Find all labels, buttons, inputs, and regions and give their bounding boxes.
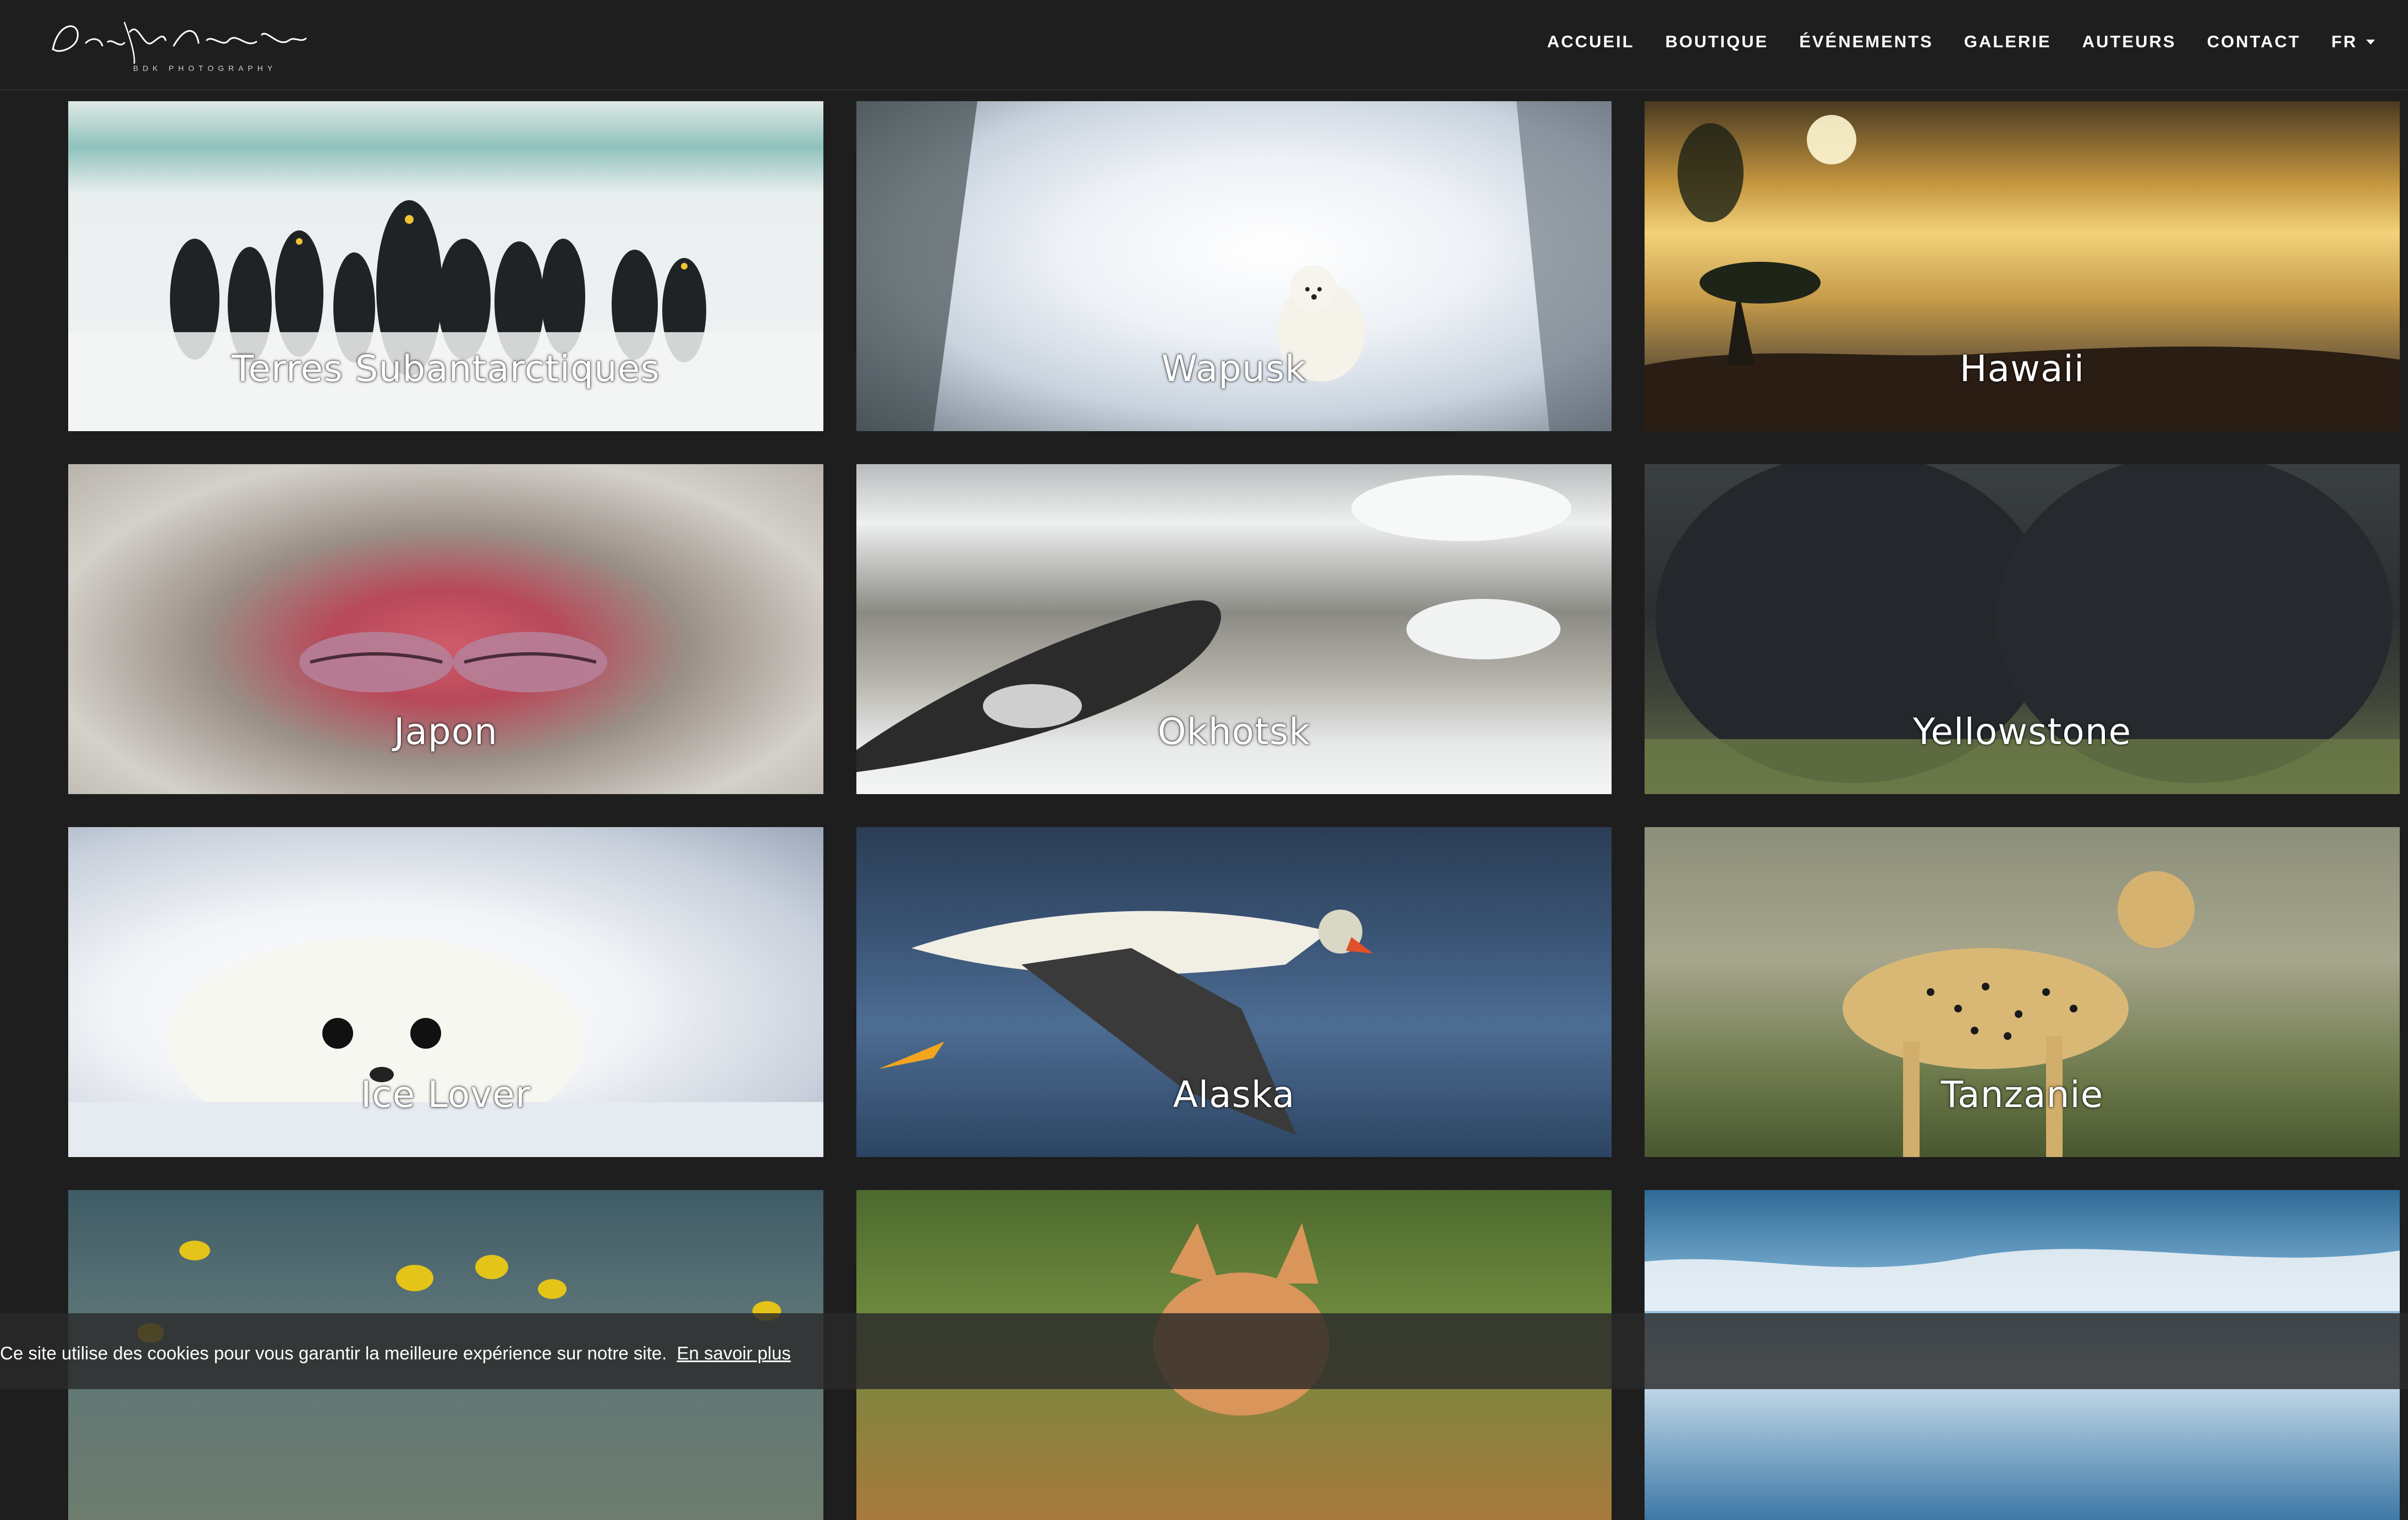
cookie-banner: Ce site utilise des cookies pour vous ga… (0, 1313, 2408, 1389)
cookie-message: Ce site utilise des cookies pour vous ga… (0, 1343, 791, 1364)
gallery-tile-yellowstone[interactable]: Yellowstone (1645, 464, 2400, 794)
logo-subtitle: BDK PHOTOGRAPHY (133, 64, 277, 73)
gallery-tile-japon[interactable]: Japon (68, 464, 823, 794)
tile-label: Alaska (1173, 1073, 1295, 1116)
site-logo[interactable]: BDK PHOTOGRAPHY (47, 15, 311, 73)
cookie-text: Ce site utilise des cookies pour vous ga… (0, 1343, 667, 1363)
nav-galerie[interactable]: GALERIE (1964, 32, 2052, 52)
gallery-tile-wapusk[interactable]: Wapusk (856, 101, 1612, 431)
logo-signature-icon (52, 21, 307, 64)
language-selector[interactable]: FR (2332, 32, 2375, 52)
tile-label: Ice Lover (360, 1073, 531, 1116)
gallery-tile-tanzanie[interactable]: Tanzanie (1645, 827, 2400, 1157)
gallery-tile-alaska[interactable]: Alaska (856, 827, 1612, 1157)
tile-label: Hawaii (1959, 348, 2085, 390)
site-header: BDK PHOTOGRAPHY ACCUEIL BOUTIQUE ÉVÉNEME… (0, 0, 2408, 90)
tile-label: Terres Subantarctiques (232, 348, 660, 390)
gallery-tile-ice-lover[interactable]: Ice Lover (68, 827, 823, 1157)
gallery-tile-okhotsk[interactable]: Okhotsk (856, 464, 1612, 794)
tile-label: Tanzanie (1940, 1073, 2104, 1116)
cookie-learn-more-link[interactable]: En savoir plus (677, 1343, 790, 1363)
gallery-tile-hawaii[interactable]: Hawaii (1645, 101, 2400, 431)
language-label: FR (2331, 32, 2357, 51)
tile-label: Okhotsk (1157, 711, 1311, 753)
chevron-down-icon (2366, 39, 2375, 45)
main-nav: ACCUEIL BOUTIQUE ÉVÉNEMENTS GALERIE AUTE… (1516, 32, 2375, 52)
nav-accueil[interactable]: ACCUEIL (1547, 32, 1635, 52)
tile-label: Yellowstone (1912, 711, 2132, 753)
tile-label: Wapusk (1161, 348, 1307, 390)
nav-boutique[interactable]: BOUTIQUE (1665, 32, 1769, 52)
gallery-tile-terres-subantarctiques[interactable]: Terres Subantarctiques (68, 101, 823, 431)
nav-evenements[interactable]: ÉVÉNEMENTS (1799, 32, 1933, 52)
tile-label: Japon (393, 711, 498, 753)
nav-contact[interactable]: CONTACT (2207, 32, 2300, 52)
nav-auteurs[interactable]: AUTEURS (2082, 32, 2176, 52)
